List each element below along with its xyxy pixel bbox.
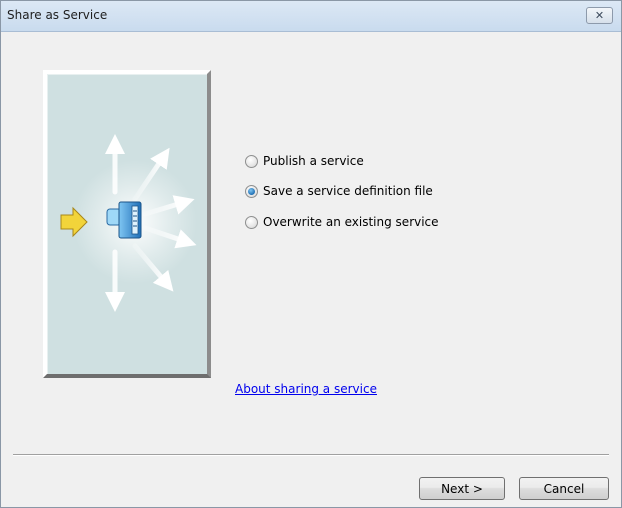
cancel-button[interactable]: Cancel <box>519 477 609 500</box>
overwrite-service-radio[interactable] <box>245 215 258 229</box>
publish-service-label: Publish a service <box>263 154 364 168</box>
close-button[interactable]: ✕ <box>586 7 613 24</box>
share-as-service-dialog: Share as Service ✕ Publish a service Sav… <box>0 0 622 508</box>
button-separator <box>13 454 609 456</box>
share-illustration <box>60 134 197 312</box>
overwrite-service-label: Overwrite an existing service <box>263 215 439 229</box>
publish-service-option[interactable]: Publish a service <box>245 154 364 168</box>
publish-service-radio[interactable] <box>245 154 258 168</box>
save-definition-label: Save a service definition file <box>263 184 433 198</box>
close-icon: ✕ <box>594 9 605 22</box>
share-illustration-panel <box>43 70 211 378</box>
dialog-body: Publish a service Save a service definit… <box>1 32 621 507</box>
title-bar: Share as Service ✕ <box>1 1 621 32</box>
save-definition-radio[interactable] <box>245 184 258 198</box>
overwrite-service-option[interactable]: Overwrite an existing service <box>245 215 439 229</box>
dialog-title: Share as Service <box>7 8 108 22</box>
save-definition-option[interactable]: Save a service definition file <box>245 184 433 198</box>
about-sharing-link[interactable]: About sharing a service <box>235 382 377 396</box>
next-button[interactable]: Next > <box>419 477 505 500</box>
